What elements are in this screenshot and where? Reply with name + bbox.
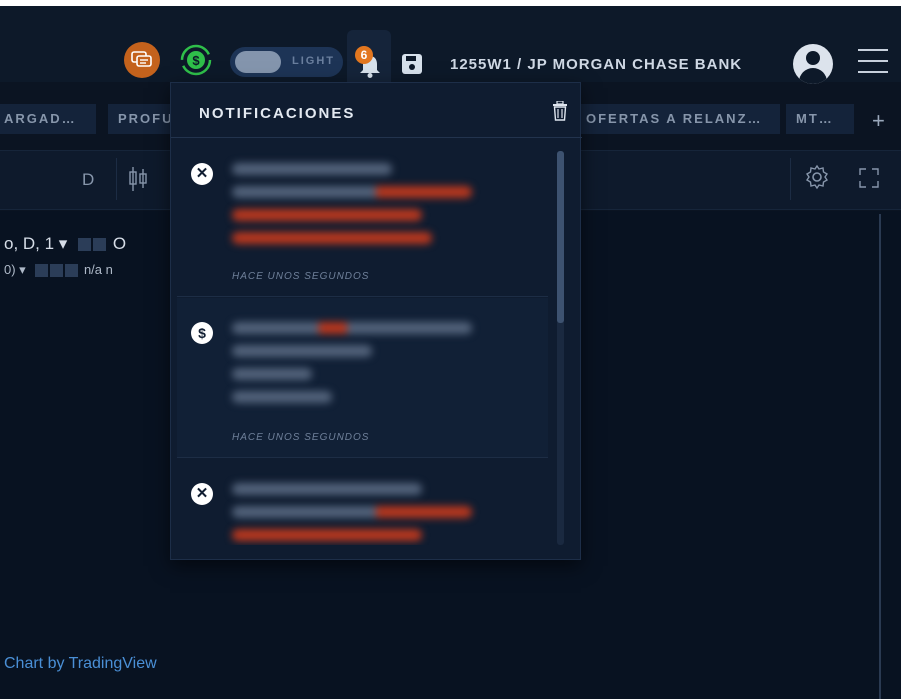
legend-eye-icon[interactable] <box>78 238 92 252</box>
indicator-eye-icon[interactable] <box>35 264 49 278</box>
notification-item[interactable]: $ HACE UNOS SEGUNDOS <box>177 298 548 458</box>
price-axis-divider <box>879 214 881 699</box>
notification-badge: 6 <box>355 46 373 64</box>
add-tab-icon[interactable]: + <box>872 108 885 134</box>
toggle-knob <box>235 51 281 73</box>
money-cycle-icon[interactable]: $ <box>178 42 214 78</box>
candlestick-icon[interactable] <box>128 166 148 192</box>
x-circle-icon: ✕ <box>191 483 213 505</box>
account-label[interactable]: 1255W1 / JP MORGAN CHASE BANK <box>450 56 742 73</box>
notification-message-redacted <box>232 483 492 545</box>
notifications-title: NOTIFICACIONES <box>199 105 356 122</box>
legend-settings-icon[interactable] <box>93 238 107 252</box>
chart-legend-symbol: o, D, 1 ▾ O <box>4 234 126 254</box>
indicator-close-icon[interactable] <box>65 264 79 278</box>
notifications-panel: NOTIFICACIONES ✕ HACE UNOS SEGUNDOS $ HA… <box>170 82 582 560</box>
toggle-label: LIGHT <box>292 55 335 67</box>
chat-icon[interactable] <box>124 42 160 78</box>
user-avatar-icon[interactable] <box>793 44 833 84</box>
top-header: $ LIGHT 6 1255W1 / JP MORGAN CHASE BANK <box>0 0 901 88</box>
interval-button[interactable]: D <box>82 170 94 190</box>
save-icon[interactable] <box>402 54 422 74</box>
chart-legend-indicator: 0) ▾ n/a n <box>4 262 113 278</box>
tradingview-credit-link[interactable]: Chart by TradingView <box>4 655 157 673</box>
notification-message-redacted <box>232 163 492 255</box>
notification-item[interactable]: ✕ HACE UNOS SEGUNDOS <box>177 139 548 297</box>
dollar-bubble-icon: $ <box>191 322 213 344</box>
hamburger-menu-icon[interactable] <box>858 49 888 73</box>
svg-text:$: $ <box>192 53 200 68</box>
legend-ohlc-text: O <box>112 234 127 253</box>
notifications-header: NOTIFICACIONES <box>171 83 582 138</box>
notification-item[interactable]: ✕ <box>177 459 548 545</box>
indicator-settings-icon[interactable] <box>50 264 64 278</box>
notification-time: HACE UNOS SEGUNDOS <box>232 271 370 282</box>
tab-ofertas-a-relanzar[interactable]: OFERTAS A RELANZ… <box>576 104 780 134</box>
tab-mt[interactable]: MT… <box>786 104 854 134</box>
theme-toggle[interactable]: LIGHT <box>230 47 343 77</box>
toolbar-divider <box>790 158 791 200</box>
toolbar-divider <box>116 158 117 200</box>
indicator-values: n/a n <box>83 262 113 277</box>
notifications-scrollbar[interactable] <box>557 151 564 323</box>
notifications-list[interactable]: ✕ HACE UNOS SEGUNDOS $ HACE UNOS SEGUNDO… <box>177 139 557 545</box>
indicator-label[interactable]: 0) ▾ <box>4 262 26 277</box>
notification-message-redacted <box>232 322 492 414</box>
legend-symbol-text[interactable]: o, D, 1 ▾ <box>4 234 67 253</box>
notification-time: HACE UNOS SEGUNDOS <box>232 432 370 443</box>
fullscreen-icon[interactable] <box>857 166 881 190</box>
trash-icon[interactable] <box>552 101 568 121</box>
tab-cargadas[interactable]: ARGAD… <box>0 104 96 134</box>
x-circle-icon: ✕ <box>191 163 213 185</box>
tab-profundidad[interactable]: PROFU <box>108 104 170 134</box>
gear-icon[interactable] <box>804 164 830 190</box>
